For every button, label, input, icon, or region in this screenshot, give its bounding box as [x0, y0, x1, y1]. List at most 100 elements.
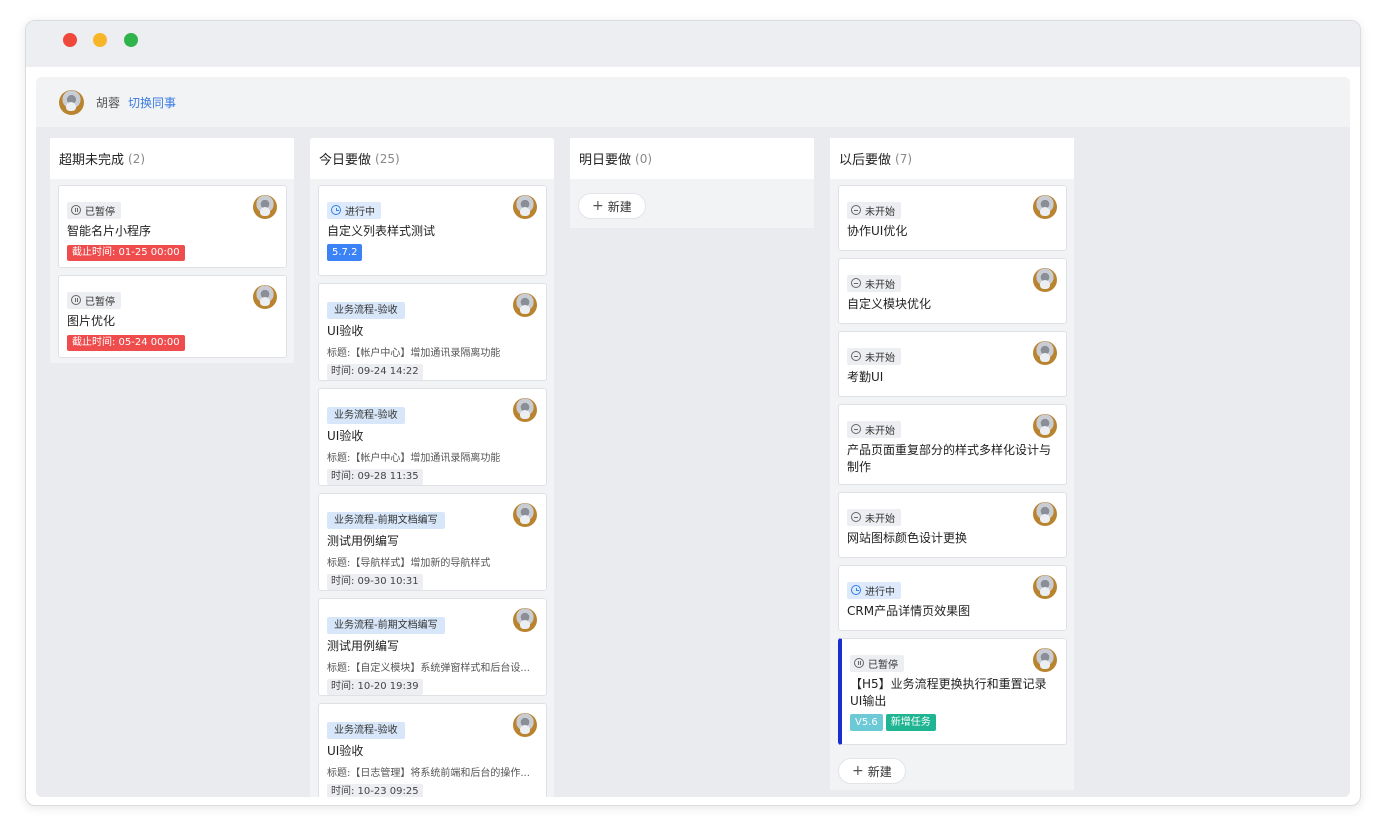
assignee-avatar — [513, 195, 537, 219]
workflow-tag: 业务流程-验收 — [327, 407, 405, 424]
column-count: (25) — [375, 151, 400, 166]
task-title: 自定义模块优化 — [847, 297, 932, 311]
status-badge: 未开始 — [847, 347, 901, 365]
task-card[interactable]: 未开始 产品页面重复部分的样式多样化设计与制作 — [838, 404, 1067, 485]
task-card[interactable]: 未开始 网站图标颜色设计更换 — [838, 492, 1067, 558]
new-task-badge: 新增任务 — [885, 714, 936, 731]
task-card[interactable]: 已暂停 图片优化 截止时间: 05-24 00:00 — [58, 275, 287, 358]
new-task-button[interactable]: + 新建 — [838, 758, 906, 784]
task-card[interactable]: 业务流程-前期文档编写 测试用例编写 标题:【自定义模块】系统弹窗样式和后台设.… — [318, 598, 547, 696]
assignee-avatar — [1033, 502, 1057, 526]
column-title: 以后要做 — [839, 153, 892, 168]
status-badge: 未开始 — [847, 201, 901, 219]
maximize-window-button[interactable] — [124, 33, 138, 47]
task-title: 产品页面重复部分的样式多样化设计与制作 — [847, 443, 1052, 474]
minus-circle-icon — [851, 278, 861, 288]
switch-colleague-link[interactable]: 切换同事 — [128, 94, 176, 111]
task-title: 【H5】业务流程更换执行和重置记录 UI输出 — [850, 677, 1047, 708]
pause-icon — [854, 658, 864, 668]
task-title: 图片优化 — [67, 314, 116, 328]
assignee-avatar — [1033, 341, 1057, 365]
task-card[interactable]: 已暂停 【H5】业务流程更换执行和重置记录 UI输出 V5.6 新增任务 — [838, 638, 1067, 745]
task-subtitle: 标题:【导航样式】增加新的导航样式 — [327, 558, 491, 569]
deadline-badge: 截止时间: 05-24 00:00 — [67, 335, 185, 351]
task-card[interactable]: 未开始 协作UI优化 — [838, 185, 1067, 251]
minus-circle-icon — [851, 351, 861, 361]
status-badge: 进行中 — [327, 201, 381, 219]
task-title: 考勤UI — [847, 370, 884, 384]
column-header: 明日要做 (0) — [570, 138, 814, 179]
minimize-window-button[interactable] — [93, 33, 107, 47]
task-title: UI验收 — [327, 429, 364, 443]
task-subtitle: 标题:【帐户中心】增加通讯录隔离功能 — [327, 453, 501, 464]
column-today: 今日要做 (25) 进行中 自定义列表样式测试 5.7.2 业务流程-验收 UI… — [310, 138, 554, 797]
minus-circle-icon — [851, 205, 861, 215]
version-badge: V5.6 — [850, 714, 883, 731]
window-titlebar — [26, 21, 1360, 67]
pause-icon — [71, 205, 81, 215]
minus-circle-icon — [851, 424, 861, 434]
column-tomorrow: 明日要做 (0) + 新建 — [570, 138, 814, 228]
column-overdue: 超期未完成 (2) 已暂停 智能名片小程序 截止时间: 01-25 00:00 … — [50, 138, 294, 363]
task-card[interactable]: 进行中 CRM产品详情页效果图 — [838, 565, 1067, 631]
new-task-button[interactable]: + 新建 — [578, 193, 646, 219]
assignee-avatar — [253, 195, 277, 219]
assignee-avatar — [1033, 648, 1057, 672]
task-title: 测试用例编写 — [327, 639, 400, 653]
column-header: 今日要做 (25) — [310, 138, 554, 179]
column-count: (0) — [635, 151, 653, 166]
clock-icon — [331, 205, 341, 215]
task-subtitle: 标题:【自定义模块】系统弹窗样式和后台设... — [327, 663, 530, 674]
column-count: (7) — [895, 151, 913, 166]
task-card[interactable]: 未开始 考勤UI — [838, 331, 1067, 397]
close-window-button[interactable] — [63, 33, 77, 47]
assignee-avatar — [513, 398, 537, 422]
workflow-tag: 业务流程-前期文档编写 — [327, 512, 445, 529]
task-title: 协作UI优化 — [847, 224, 908, 238]
task-card[interactable]: 进行中 自定义列表样式测试 5.7.2 — [318, 185, 547, 276]
assignee-avatar — [1033, 268, 1057, 292]
column-title: 明日要做 — [579, 153, 632, 168]
status-badge: 未开始 — [847, 274, 901, 292]
task-title: 智能名片小程序 — [67, 224, 152, 238]
task-card[interactable]: 已暂停 智能名片小程序 截止时间: 01-25 00:00 — [58, 185, 287, 268]
task-title: UI验收 — [327, 744, 364, 758]
task-card[interactable]: 业务流程-验收 UI验收 标题:【日志管理】将系统前端和后台的操作... 时间:… — [318, 703, 547, 797]
time-tag: 时间: 10-20 19:39 — [327, 679, 423, 695]
minus-circle-icon — [851, 512, 861, 522]
time-tag: 时间: 09-24 14:22 — [327, 364, 423, 380]
task-card[interactable]: 业务流程-前期文档编写 测试用例编写 标题:【导航样式】增加新的导航样式 时间:… — [318, 493, 547, 591]
assignee-avatar — [513, 608, 537, 632]
workflow-tag: 业务流程-验收 — [327, 302, 405, 319]
task-subtitle: 标题:【帐户中心】增加通讯录隔离功能 — [327, 348, 501, 359]
task-card[interactable]: 未开始 自定义模块优化 — [838, 258, 1067, 324]
status-badge: 已暂停 — [850, 654, 904, 672]
status-badge: 已暂停 — [67, 201, 121, 219]
status-badge: 未开始 — [847, 508, 901, 526]
assignee-avatar — [253, 285, 277, 309]
column-later: 以后要做 (7) 未开始 协作UI优化 未开始 自定义模块优化 未开始 考勤UI… — [830, 138, 1074, 790]
clock-icon — [851, 585, 861, 595]
app-window: 胡蓉 切换同事 超期未完成 (2) 已暂停 智能名片小程序 截止时间: 01-2… — [25, 20, 1361, 806]
task-title: CRM产品详情页效果图 — [847, 604, 971, 618]
plus-icon: + — [592, 198, 604, 214]
assignee-avatar — [513, 713, 537, 737]
task-card[interactable]: 业务流程-验收 UI验收 标题:【帐户中心】增加通讯录隔离功能 时间: 09-2… — [318, 283, 547, 381]
task-subtitle: 标题:【日志管理】将系统前端和后台的操作... — [327, 768, 530, 779]
column-header: 以后要做 (7) — [830, 138, 1074, 179]
task-card[interactable]: 业务流程-验收 UI验收 标题:【帐户中心】增加通讯录隔离功能 时间: 09-2… — [318, 388, 547, 486]
version-badge: 5.7.2 — [327, 244, 363, 261]
assignee-avatar — [1033, 575, 1057, 599]
task-title: UI验收 — [327, 324, 364, 338]
status-badge: 进行中 — [847, 581, 901, 599]
time-tag: 时间: 09-28 11:35 — [327, 469, 423, 485]
assignee-avatar — [513, 293, 537, 317]
user-bar: 胡蓉 切换同事 — [36, 77, 1350, 127]
assignee-avatar — [513, 503, 537, 527]
kanban-columns: 超期未完成 (2) 已暂停 智能名片小程序 截止时间: 01-25 00:00 … — [50, 138, 1350, 797]
time-tag: 时间: 09-30 10:31 — [327, 574, 423, 590]
column-header: 超期未完成 (2) — [50, 138, 294, 179]
workflow-tag: 业务流程-前期文档编写 — [327, 617, 445, 634]
task-title: 自定义列表样式测试 — [327, 224, 436, 238]
board-area: 胡蓉 切换同事 超期未完成 (2) 已暂停 智能名片小程序 截止时间: 01-2… — [36, 77, 1350, 797]
